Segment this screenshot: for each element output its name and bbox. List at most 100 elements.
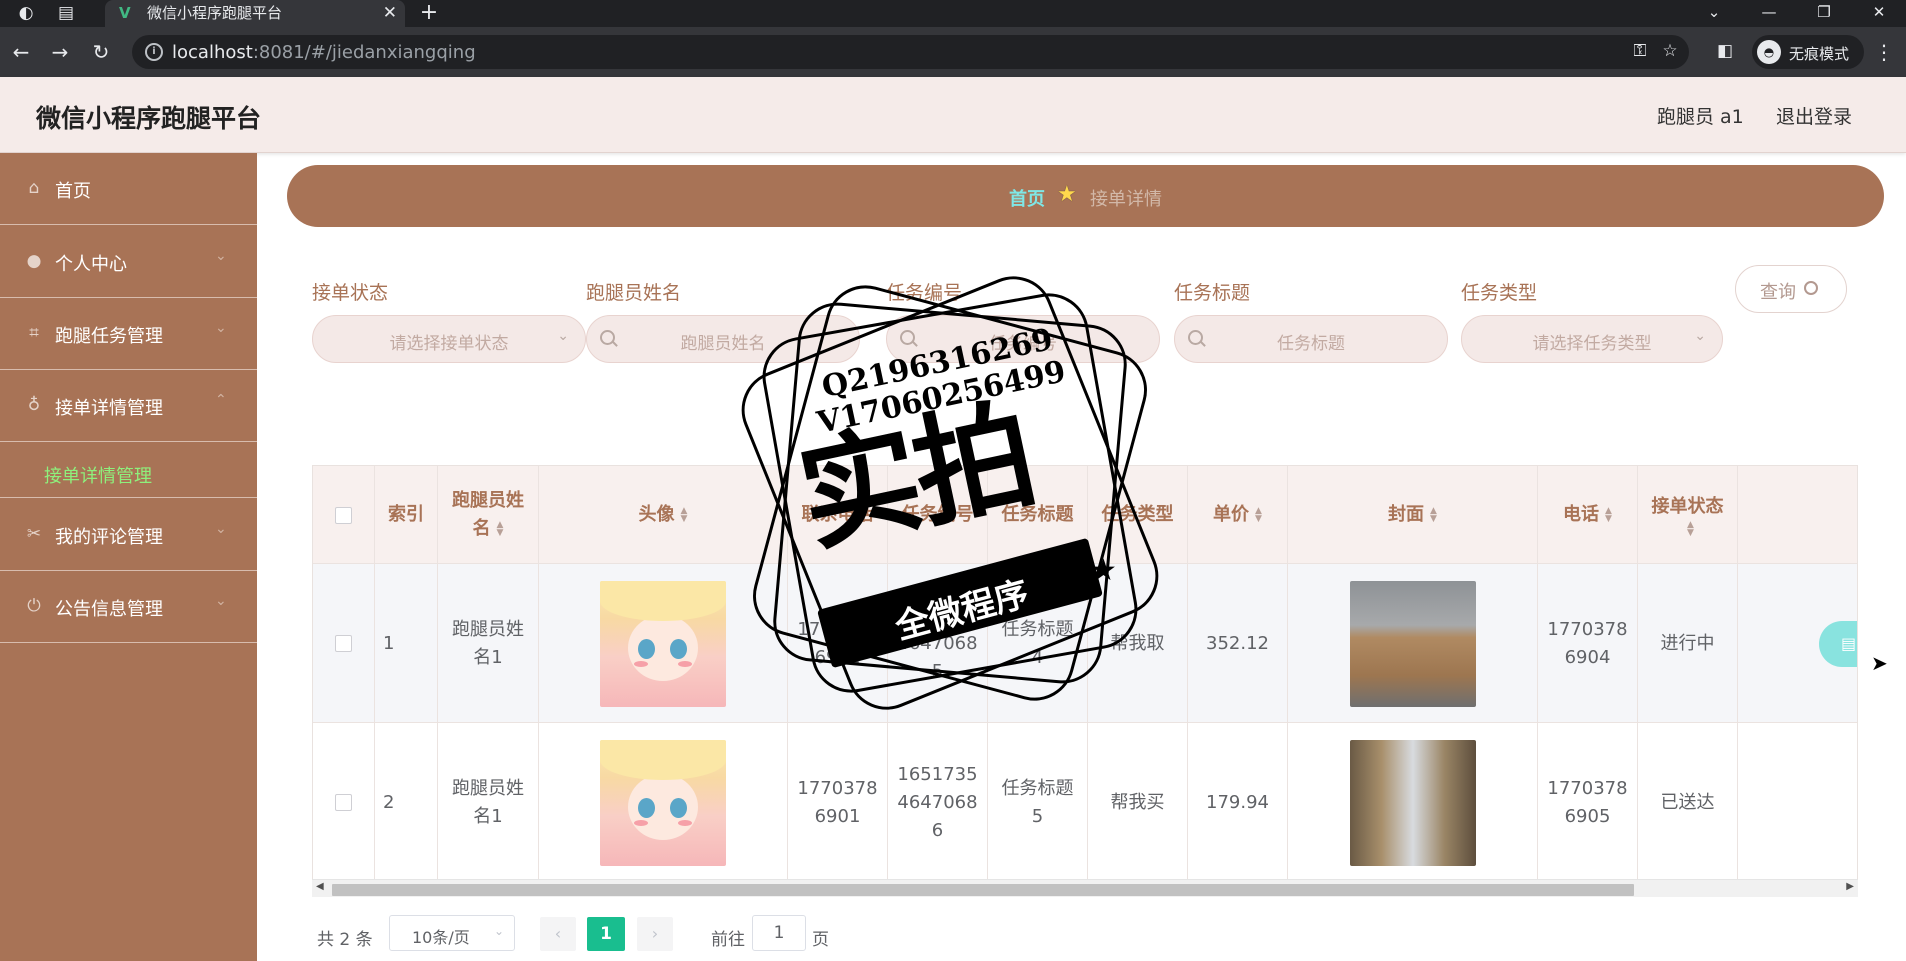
header-select-all[interactable] bbox=[313, 466, 375, 564]
next-page-button[interactable]: › bbox=[637, 917, 673, 951]
star-icon[interactable]: ☆ bbox=[1658, 41, 1682, 63]
window-close-button[interactable]: ✕ bbox=[1855, 0, 1903, 27]
document-icon: ▤ bbox=[1841, 634, 1857, 653]
chevron-down-icon: ⌄ bbox=[215, 320, 227, 336]
breadcrumb-current: 接单详情 bbox=[1090, 189, 1162, 210]
sort-icon[interactable]: ▲ ▼ bbox=[1687, 521, 1694, 538]
cover-image[interactable] bbox=[1349, 739, 1476, 866]
key-icon[interactable]: ⚿ bbox=[1628, 41, 1652, 63]
prev-page-button[interactable]: ‹ bbox=[540, 917, 576, 951]
cell-status: 已送达 bbox=[1638, 723, 1738, 882]
browser-tab-active[interactable]: V 微信小程序跑腿平台 ✕ bbox=[105, 0, 405, 27]
chevron-down-icon: ⌄ bbox=[215, 248, 227, 264]
sort-icon[interactable]: ▲ ▼ bbox=[1430, 507, 1437, 524]
checkbox[interactable] bbox=[335, 635, 352, 652]
chevron-down-icon: ⌄ bbox=[215, 521, 227, 537]
task-no-input[interactable]: 任务编号 bbox=[886, 315, 1160, 363]
sidebar-item-profile[interactable]: ● 个人中心 ⌄ bbox=[0, 226, 257, 298]
runner-name-input[interactable]: 跑腿员姓名 bbox=[586, 315, 860, 363]
forward-button[interactable]: → bbox=[45, 39, 75, 65]
column-header-label: 任务标题 bbox=[1001, 504, 1074, 525]
breadcrumb-home[interactable]: 首页 bbox=[1009, 185, 1045, 211]
globe-icon[interactable]: ◐ bbox=[6, 0, 46, 27]
column-header-label: 电话 bbox=[1563, 504, 1600, 525]
mic-icon: ♁ bbox=[27, 395, 41, 415]
sidebar-subitem-orders[interactable]: 接单详情管理 bbox=[0, 450, 257, 498]
query-button[interactable]: 查询 bbox=[1735, 265, 1847, 313]
star-icon: ★ bbox=[1057, 182, 1077, 207]
logout-link[interactable]: 退出登录 bbox=[1776, 102, 1852, 129]
column-header-label: 索引 bbox=[388, 504, 424, 525]
avatar[interactable] bbox=[600, 739, 726, 866]
status-select-placeholder: 请选择接单状态 bbox=[389, 334, 509, 354]
column-header[interactable]: 封面 ▲ ▼ bbox=[1288, 466, 1538, 564]
scrollbar-thumb[interactable] bbox=[332, 884, 1634, 896]
new-tab-button[interactable]: + bbox=[412, 0, 446, 27]
status-select[interactable]: 请选择接单状态 ⌄ bbox=[312, 315, 586, 363]
sort-icon[interactable]: ▲ ▼ bbox=[497, 521, 504, 538]
restore-button[interactable]: ❐ bbox=[1800, 0, 1848, 27]
column-header[interactable]: 任务编号 bbox=[888, 466, 988, 564]
scroll-right-icon[interactable]: ▶ bbox=[1846, 881, 1854, 892]
sidebar-item-label: 个人中心 bbox=[55, 254, 127, 275]
detail-button[interactable]: ▤ 详 bbox=[1819, 621, 1857, 667]
cell-task-title: 任务标题5 bbox=[988, 723, 1088, 882]
page-number-current[interactable]: 1 bbox=[587, 917, 625, 951]
cell-contact: 17703786901 bbox=[788, 723, 888, 882]
close-icon[interactable]: ✕ bbox=[383, 0, 397, 27]
sort-icon[interactable]: ▲ ▼ bbox=[1605, 507, 1612, 524]
reload-button[interactable]: ↻ bbox=[86, 39, 116, 65]
chevron-down-icon[interactable]: ⌄ bbox=[1690, 0, 1738, 27]
avatar-eye bbox=[638, 797, 655, 818]
avatar-eye bbox=[670, 797, 687, 818]
sidepanel-icon[interactable]: ◧ bbox=[1713, 41, 1737, 63]
tab-grid-icon[interactable]: ▤ bbox=[46, 0, 86, 27]
task-type-select[interactable]: 请选择任务类型 ⌄ bbox=[1461, 315, 1723, 363]
column-header[interactable]: 联系电话 bbox=[788, 466, 888, 564]
back-button[interactable]: ← bbox=[6, 39, 36, 65]
horizontal-scrollbar[interactable]: ◀ ▶ bbox=[312, 879, 1858, 897]
column-header-label: 封面 bbox=[1388, 504, 1425, 525]
column-header-label: 头像 bbox=[638, 504, 675, 525]
row-select[interactable] bbox=[313, 723, 375, 882]
column-header[interactable]: 任务类型 bbox=[1088, 466, 1188, 564]
pagination-total: 共 2 条 bbox=[317, 930, 373, 950]
cell-runner: 跑腿员姓名1 bbox=[438, 564, 539, 723]
sidebar-item-tasks[interactable]: ⌗ 跑腿任务管理 ⌄ bbox=[0, 298, 257, 370]
info-icon[interactable]: i bbox=[145, 43, 163, 61]
column-header[interactable]: 接单状态 ▲ ▼ bbox=[1638, 466, 1738, 564]
cell-index: 2 bbox=[375, 723, 438, 882]
sidebar-item-home[interactable]: ⌂ 首页 bbox=[0, 153, 257, 225]
column-header[interactable]: 头像 ▲ ▼ bbox=[539, 466, 788, 564]
url-bar[interactable]: i localhost:8081/#/jiedanxiangqing ⚿ ☆ bbox=[132, 35, 1689, 69]
url-text[interactable]: localhost:8081/#/jiedanxiangqing bbox=[172, 42, 476, 63]
minimize-button[interactable]: — bbox=[1745, 0, 1793, 27]
column-header[interactable]: 跑腿员姓名 ▲ ▼ bbox=[438, 466, 539, 564]
incognito-badge[interactable]: ◓ 无痕模式 bbox=[1752, 35, 1864, 69]
goto-page-input[interactable]: 1 bbox=[752, 915, 806, 951]
sidebar-item-comments[interactable]: ✂ 我的评论管理 ⌄ bbox=[0, 499, 257, 571]
main-content: 接单状态 请选择接单状态 ⌄ 跑腿员姓名 跑腿员姓名 任务编号 任务编号 任务标… bbox=[287, 240, 1884, 961]
cover-image[interactable] bbox=[1349, 580, 1476, 707]
power-icon: ⏻ bbox=[27, 596, 41, 616]
chevron-down-icon: ⌄ bbox=[493, 924, 504, 938]
column-header[interactable]: 单价 ▲ ▼ bbox=[1188, 466, 1288, 564]
sort-icon[interactable]: ▲ ▼ bbox=[1255, 507, 1262, 524]
page-size-select[interactable]: 10条/页 ⌄ bbox=[389, 915, 515, 951]
avatar[interactable] bbox=[600, 580, 726, 707]
column-header[interactable]: 任务标题 bbox=[988, 466, 1088, 564]
tab-title: 微信小程序跑腿平台 bbox=[147, 4, 283, 22]
sort-icon[interactable]: ▲ ▼ bbox=[681, 507, 688, 524]
row-select[interactable] bbox=[313, 564, 375, 723]
task-title-input[interactable]: 任务标题 bbox=[1174, 315, 1448, 363]
column-header[interactable]: 电话 ▲ ▼ bbox=[1538, 466, 1638, 564]
scroll-left-icon[interactable]: ◀ bbox=[316, 881, 324, 892]
column-header-label: 跑腿员姓名 bbox=[452, 490, 524, 539]
checkbox[interactable] bbox=[335, 794, 352, 811]
more-menu-icon[interactable]: ⋮ bbox=[1874, 39, 1894, 65]
filter-label-tasktype: 任务类型 bbox=[1461, 282, 1538, 304]
sidebar-item-notices[interactable]: ⏻ 公告信息管理 ⌄ bbox=[0, 571, 257, 643]
cell-price: 352.12 bbox=[1188, 564, 1288, 723]
sidebar-item-orders[interactable]: ♁ 接单详情管理 ⌃ bbox=[0, 370, 257, 442]
checkbox[interactable] bbox=[335, 506, 352, 524]
